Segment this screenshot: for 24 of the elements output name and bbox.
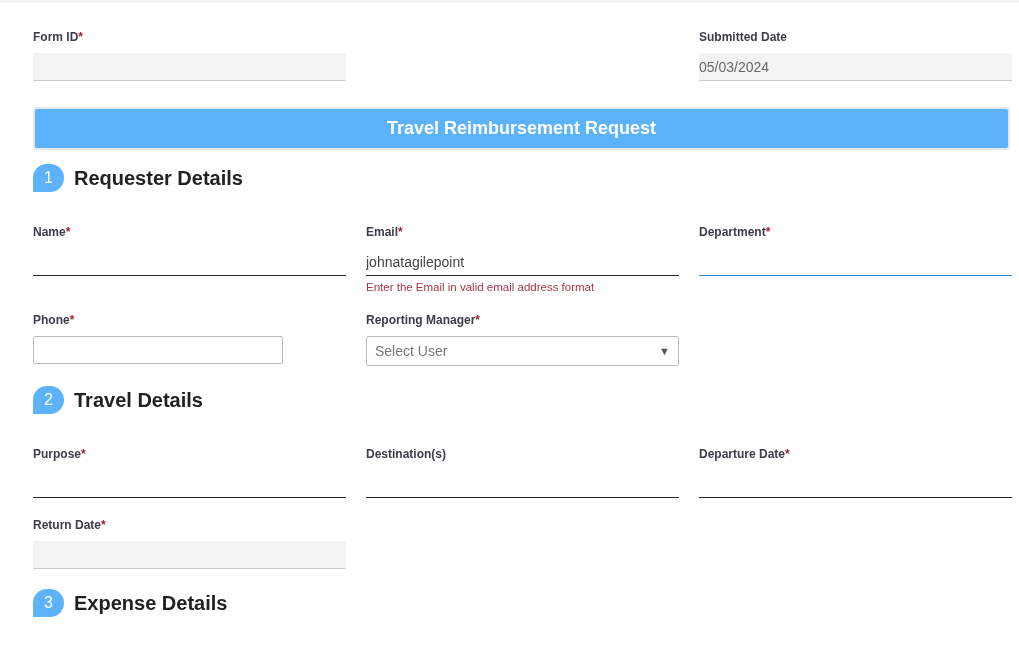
field-label: Purpose*: [33, 447, 87, 463]
field-label: Return Date*: [33, 518, 107, 534]
readonly-field[interactable]: [33, 53, 346, 81]
readonly-field[interactable]: [33, 541, 346, 569]
section-title: Requester Details: [74, 166, 243, 190]
field-label: Phone*: [33, 313, 76, 329]
input-field[interactable]: [33, 336, 283, 364]
field-label: Reporting Manager*: [366, 313, 481, 329]
section-number-badge: 1: [33, 164, 64, 192]
field-label: Email*: [366, 225, 404, 241]
field-label: Departure Date*: [699, 447, 791, 463]
form-title-banner: Travel Reimbursement Request: [33, 107, 1010, 150]
field-label: Form ID*: [33, 30, 84, 46]
field-label: Department*: [699, 225, 772, 241]
error-message: Enter the Email in valid email address format: [366, 281, 596, 293]
field-label: Destination(s): [366, 447, 447, 463]
section-title: Expense Details: [74, 591, 228, 615]
user-select[interactable]: Select User ▼: [366, 336, 679, 366]
field-label: Submitted Date: [699, 30, 788, 46]
section-number-badge: 3: [33, 589, 64, 617]
section-title: Travel Details: [74, 388, 203, 412]
section-number-badge: 2: [33, 386, 64, 414]
field-label: Name*: [33, 225, 72, 241]
readonly-field[interactable]: 05/03/2024: [699, 53, 1012, 81]
